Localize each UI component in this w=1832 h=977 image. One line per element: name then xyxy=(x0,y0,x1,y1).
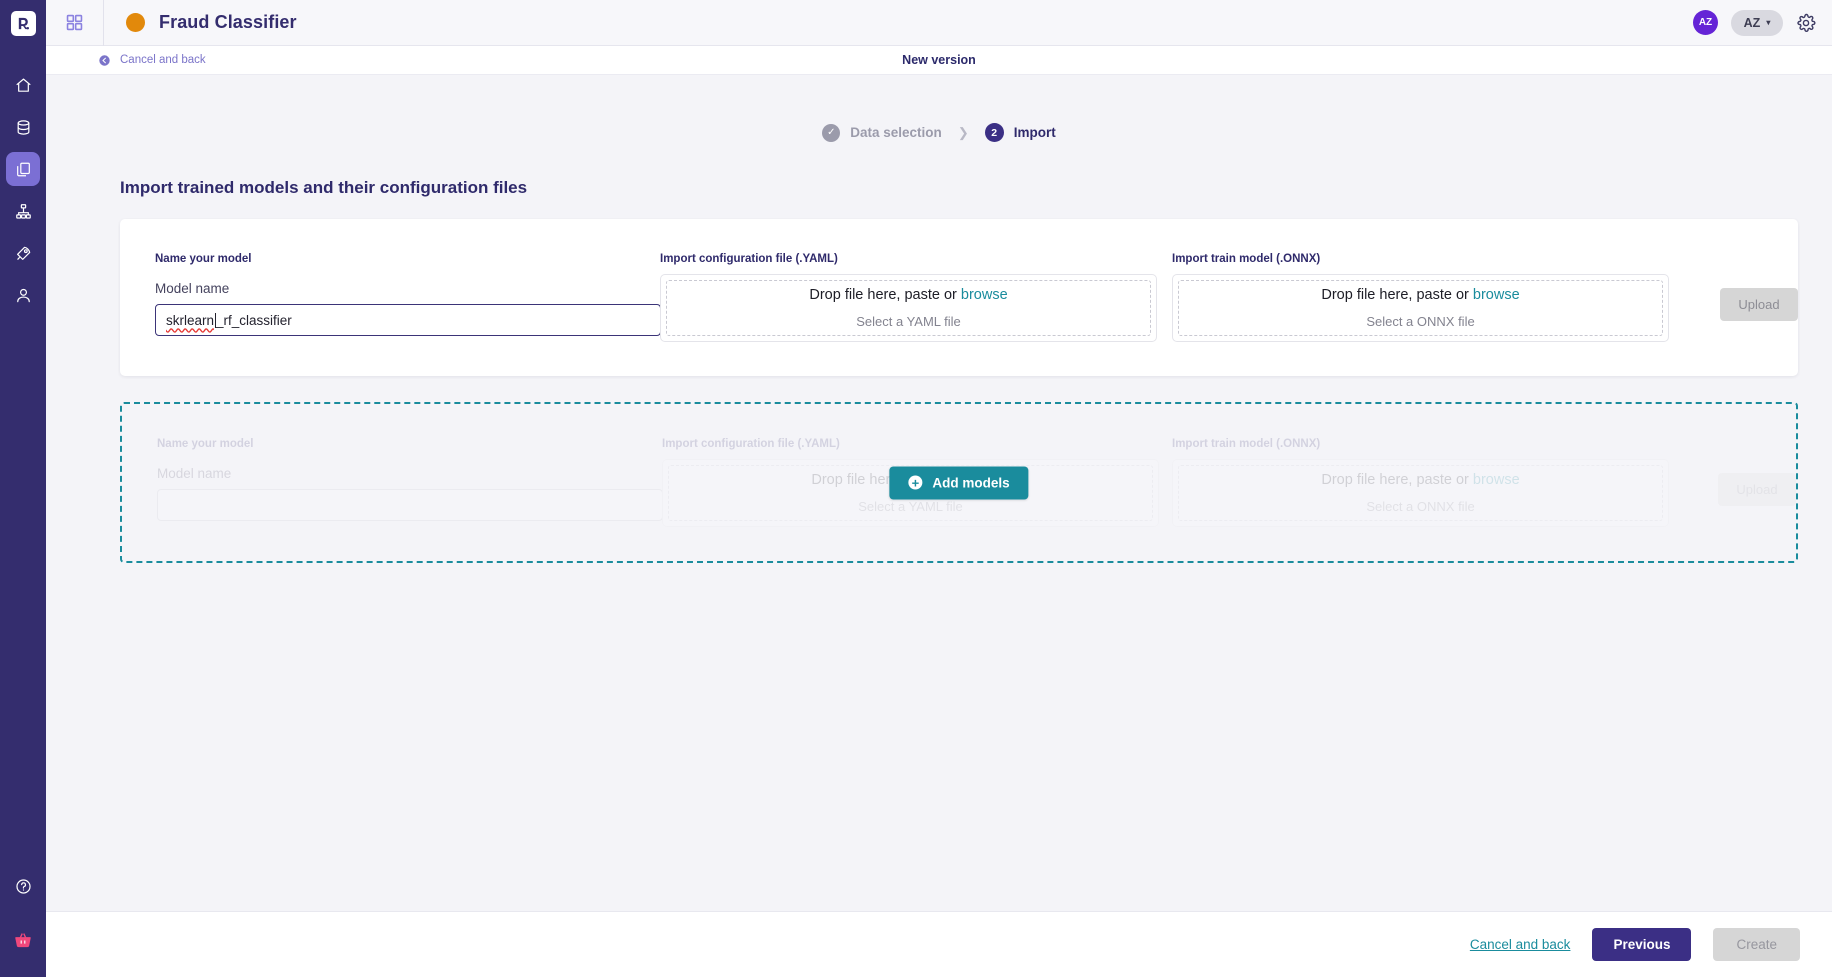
step-import[interactable]: 2 Import xyxy=(984,123,1056,142)
app-root: Fraud Classifier AZ AZ ▾ Cancel and back… xyxy=(0,0,1832,977)
ghost-yaml-heading: Import configuration file (.YAML) xyxy=(662,438,840,450)
chevron-right-icon: ❯ xyxy=(957,124,969,140)
plus-circle-icon: + xyxy=(908,475,923,490)
yaml-heading: Import configuration file (.YAML) xyxy=(660,253,838,265)
upload-column: Upload xyxy=(1684,253,1798,321)
onnx-browse-link[interactable]: browse xyxy=(1473,287,1520,303)
yaml-dropzone[interactable]: Drop file here, paste or browse Select a… xyxy=(660,274,1157,342)
upload-button[interactable]: Upload xyxy=(1720,288,1798,321)
yaml-drop-subtext: Select a YAML file xyxy=(856,314,961,329)
ghost-onnx-dropzone: Drop file here, paste or browse Select a… xyxy=(1172,459,1669,527)
project-color-dot xyxy=(126,13,145,32)
topbar-actions: AZ AZ ▾ xyxy=(1693,9,1832,36)
ghost-yaml-drop-subtext: Select a YAML file xyxy=(858,499,963,514)
check-icon: ✓ xyxy=(822,123,841,142)
sidebar-item-models[interactable] xyxy=(6,152,40,186)
onnx-drop-subtext: Select a ONNX file xyxy=(1366,314,1475,329)
onnx-dropzone[interactable]: Drop file here, paste or browse Select a… xyxy=(1172,274,1669,342)
ghost-upload-button: Upload xyxy=(1718,473,1796,506)
yaml-drop-prefix: Drop file here, paste or xyxy=(809,287,961,303)
user-menu-button[interactable]: AZ ▾ xyxy=(1731,9,1783,36)
rail-bottom xyxy=(6,869,40,957)
step-import-label: Import xyxy=(1013,125,1056,140)
ghost-onnx-drop-subtext: Select a ONNX file xyxy=(1366,499,1475,514)
project-header[interactable]: Fraud Classifier xyxy=(104,12,297,33)
footer-bar: Cancel and back Previous Create xyxy=(46,911,1832,977)
sidebar-item-data[interactable] xyxy=(6,110,40,144)
sidebar-item-deploy[interactable] xyxy=(6,236,40,270)
dataiku-logo-icon xyxy=(10,10,36,36)
name-your-model-label: Name your model xyxy=(155,253,252,265)
add-models-button[interactable]: + Add models xyxy=(889,466,1029,499)
ghost-name-your-model-label: Name your model xyxy=(157,438,254,450)
step-data-selection-label: Data selection xyxy=(850,125,942,140)
onnx-heading: Import train model (.ONNX) xyxy=(1172,253,1321,265)
sidebar-item-account[interactable] xyxy=(6,278,40,312)
model-row: Name your model Model name skrlearn _rf_c… xyxy=(120,219,1798,376)
back-arrow-icon xyxy=(99,54,110,66)
create-button: Create xyxy=(1713,928,1800,961)
model-name-input[interactable]: skrlearn _rf_classifier xyxy=(155,304,661,336)
user-menu-label: AZ xyxy=(1743,15,1761,30)
previous-button[interactable]: Previous xyxy=(1592,928,1692,961)
cancel-and-back-link-footer[interactable]: Cancel and back xyxy=(1470,937,1571,952)
content-area: ✓ Data selection ❯ 2 Import Import train… xyxy=(46,75,1832,911)
model-name-value-rest: _rf_classifier xyxy=(216,312,292,328)
cancel-and-back-link-top[interactable]: Cancel and back xyxy=(46,54,206,67)
main-column: Fraud Classifier AZ AZ ▾ Cancel and back… xyxy=(46,0,1832,977)
ghost-onnx-drop-prefix: Drop file here, paste or xyxy=(1321,472,1473,488)
yaml-browse-link[interactable]: browse xyxy=(961,287,1008,303)
sub-bar: Cancel and back New version xyxy=(46,46,1832,75)
grid-icon[interactable] xyxy=(46,0,104,46)
basket-icon[interactable] xyxy=(6,923,40,957)
add-models-dropzone[interactable]: Name your model Model name Import config… xyxy=(120,402,1798,563)
top-bar: Fraud Classifier AZ AZ ▾ xyxy=(46,0,1832,46)
ghost-model-name-input xyxy=(157,489,663,521)
model-name-column: Name your model Model name skrlearn _rf_c… xyxy=(120,253,661,336)
ghost-onnx-heading: Import train model (.ONNX) xyxy=(1172,438,1321,450)
rail-nav xyxy=(6,68,40,312)
gear-icon[interactable] xyxy=(1796,13,1816,33)
help-icon[interactable] xyxy=(6,869,40,903)
add-models-label: Add models xyxy=(932,475,1010,490)
yaml-drop-text: Drop file here, paste or browse xyxy=(809,287,1007,303)
model-name-value-misspelled: skrlearn xyxy=(166,312,215,328)
onnx-drop-text: Drop file here, paste or browse xyxy=(1321,287,1519,303)
section-heading: Import trained models and their configur… xyxy=(120,178,528,197)
ghost-onnx-column: Import train model (.ONNX) Drop file her… xyxy=(1172,438,1682,527)
step-import-number: 2 xyxy=(984,123,1004,142)
model-name-label: Model name xyxy=(155,281,230,296)
chevron-down-icon: ▾ xyxy=(1766,18,1771,27)
onnx-dropzone-inner[interactable]: Drop file here, paste or browse Select a… xyxy=(1178,280,1663,336)
new-version-title: New version xyxy=(902,53,976,67)
ghost-model-name-column: Name your model Model name xyxy=(122,438,663,521)
yaml-column: Import configuration file (.YAML) Drop f… xyxy=(660,253,1172,342)
onnx-drop-prefix: Drop file here, paste or xyxy=(1321,287,1473,303)
step-data-selection[interactable]: ✓ Data selection xyxy=(822,123,942,142)
ghost-model-name-label: Model name xyxy=(157,466,232,481)
ghost-onnx-browse-link: browse xyxy=(1472,472,1520,488)
sidebar-item-home[interactable] xyxy=(6,68,40,102)
cards-wrapper: Name your model Model name skrlearn _rf_c… xyxy=(46,219,1832,563)
cancel-and-back-label: Cancel and back xyxy=(120,54,206,66)
ghost-upload-column: Upload xyxy=(1682,438,1796,506)
yaml-dropzone-inner[interactable]: Drop file here, paste or browse Select a… xyxy=(666,280,1151,336)
ghost-onnx-dropzone-inner: Drop file here, paste or browse Select a… xyxy=(1178,465,1663,521)
ghost-onnx-drop-text: Drop file here, paste or browse xyxy=(1321,472,1519,488)
avatar[interactable]: AZ xyxy=(1693,10,1718,35)
left-rail xyxy=(0,0,46,977)
page-title: Fraud Classifier xyxy=(159,12,297,32)
onnx-column: Import train model (.ONNX) Drop file her… xyxy=(1172,253,1684,342)
sidebar-item-flow[interactable] xyxy=(6,194,40,228)
wizard-stepper: ✓ Data selection ❯ 2 Import xyxy=(46,75,1832,142)
app-logo[interactable] xyxy=(0,0,46,46)
